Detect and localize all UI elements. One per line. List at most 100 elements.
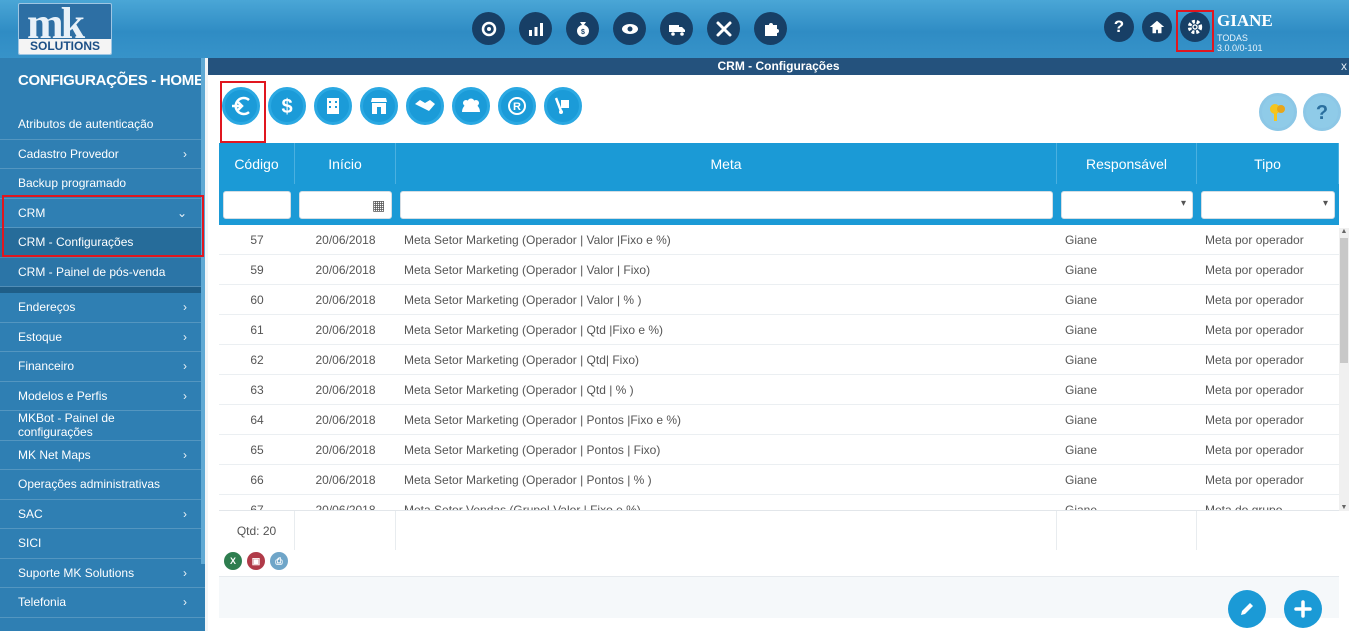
sidebar-item-label: Backup programado [18, 176, 127, 191]
eye-icon[interactable] [613, 12, 646, 45]
cell-tipo: Meta por operador [1205, 232, 1304, 247]
sidebar-item-label: Atributos de autenticação [18, 117, 154, 132]
cell-responsavel: Giane [1065, 352, 1098, 367]
sidebar-item[interactable]: MKBot - Painel de configurações [0, 411, 205, 441]
close-button[interactable]: x [1341, 58, 1347, 75]
filter-meta-input[interactable] [400, 190, 1053, 219]
table-row[interactable]: 63 20/06/2018 Meta Setor Marketing (Operad… [219, 375, 1339, 405]
chevron-right-icon: › [183, 359, 187, 374]
user-version: 3.0.0/0-101 [1217, 43, 1263, 53]
chevron-right-icon: › [183, 329, 187, 344]
sidebar-item-label: Suporte MK Solutions [18, 565, 135, 580]
table-row[interactable]: 61 20/06/2018 Meta Setor Marketing (Operad… [219, 315, 1339, 345]
sidebar-item[interactable]: Financeiro › [0, 352, 205, 382]
column-header-tipo[interactable]: Tipo [1197, 143, 1339, 184]
store-icon[interactable] [360, 87, 398, 125]
table-row[interactable]: 65 20/06/2018 Meta Setor Marketing (Operad… [219, 435, 1339, 465]
scroll-up-arrow[interactable]: ▲ [1339, 228, 1349, 235]
pdf-export-icon[interactable]: ▣ [247, 552, 265, 570]
cell-tipo: Meta por operador [1205, 472, 1304, 487]
filter-inicio-input[interactable]: ▦ [299, 190, 392, 219]
money-bag-icon[interactable]: $ [566, 12, 599, 45]
column-header-responsavel[interactable]: Responsável [1057, 143, 1197, 184]
sidebar-item[interactable]: Atributos de autenticação [0, 110, 205, 140]
dollar-icon[interactable]: $ [268, 87, 306, 125]
user-name: GIANE [1217, 11, 1273, 30]
window-titlebar: CRM - Configurações x [208, 58, 1349, 75]
user-info[interactable]: GIANE TODAS 3.0.0/0-101 [1217, 11, 1273, 53]
tools-icon[interactable] [707, 12, 740, 45]
help-icon[interactable]: ? [1303, 93, 1341, 131]
crosshair-icon[interactable] [472, 12, 505, 45]
sidebar-item[interactable]: Cadastro Provedor › [0, 139, 205, 169]
sidebar-item-label: Telefonia [18, 595, 67, 610]
edit-button[interactable] [1228, 590, 1266, 628]
sidebar-item[interactable]: Operações administrativas [0, 470, 205, 500]
sidebar-item[interactable]: Modelos e Perfis › [0, 381, 205, 411]
table-row[interactable]: 67 20/06/2018 Meta Setor Vendas (Grupo| Va… [219, 495, 1339, 511]
sidebar-item[interactable]: Endereços › [0, 293, 205, 323]
keys-icon[interactable] [1259, 93, 1297, 131]
filter-codigo-input[interactable] [223, 190, 291, 219]
pencil-icon [1241, 603, 1253, 615]
table-row[interactable]: 64 20/06/2018 Meta Setor Marketing (Operad… [219, 405, 1339, 435]
scroll-thumb[interactable] [1340, 238, 1348, 363]
column-header-codigo[interactable]: Código [219, 143, 295, 184]
cell-meta: Meta Setor Marketing (Operador | Qtd | %… [404, 382, 634, 397]
table-row[interactable]: 60 20/06/2018 Meta Setor Marketing (Operad… [219, 285, 1339, 315]
users-icon[interactable] [452, 87, 490, 125]
help-icon[interactable]: ? [1104, 12, 1134, 42]
scroll-down-arrow[interactable]: ▼ [1339, 504, 1349, 511]
cell-responsavel: Giane [1065, 472, 1098, 487]
sidebar-item[interactable]: SICI [0, 529, 205, 559]
sidebar-item[interactable]: MK Net Maps › [0, 440, 205, 470]
chart-icon[interactable] [519, 12, 552, 45]
cell-meta: Meta Setor Marketing (Operador | Pontos … [404, 412, 682, 427]
sidebar-item-label: CRM - Painel de pós-venda [18, 264, 166, 279]
home-icon[interactable] [1142, 12, 1172, 42]
sidebar-item-label: MKBot - Painel de configurações [18, 411, 115, 440]
cell-inicio: 20/06/2018 [315, 232, 376, 247]
add-button[interactable] [1284, 590, 1322, 628]
table-row[interactable]: 66 20/06/2018 Meta Setor Marketing (Operad… [219, 465, 1339, 495]
sidebar-item[interactable]: CRM - Painel de pós-venda [0, 257, 205, 287]
cell-tipo: Meta por operador [1205, 442, 1304, 457]
column-header-meta[interactable]: Meta [396, 143, 1057, 184]
excel-export-icon[interactable]: X [224, 552, 242, 570]
truck-icon[interactable] [660, 12, 693, 45]
table-row[interactable]: 59 20/06/2018 Meta Setor Marketing (Operad… [219, 255, 1339, 285]
filter-tipo-select[interactable] [1201, 190, 1335, 219]
cell-meta: Meta Setor Marketing (Operador | Valor |… [404, 262, 651, 277]
grid-scrollbar[interactable]: ▲ ▼ [1339, 228, 1349, 511]
svg-text:$: $ [281, 96, 292, 118]
filter-responsavel-select[interactable] [1061, 190, 1193, 219]
sidebar-item[interactable]: Telefonia › [0, 588, 205, 618]
cell-meta: Meta Setor Marketing (Operador | Valor |… [404, 292, 642, 307]
svg-text:R: R [513, 101, 521, 113]
puzzle-icon[interactable] [754, 12, 787, 45]
cell-inicio: 20/06/2018 [315, 292, 376, 307]
handshake-icon[interactable] [406, 87, 444, 125]
table-row[interactable]: 62 20/06/2018 Meta Setor Marketing (Operad… [219, 345, 1339, 375]
building-icon[interactable] [314, 87, 352, 125]
gear-highlight-box [1176, 10, 1214, 52]
sidebar-item[interactable]: SAC › [0, 499, 205, 529]
table-row[interactable]: 57 20/06/2018 Meta Setor Marketing (Operad… [219, 225, 1339, 255]
sidebar-item[interactable]: Estoque › [0, 322, 205, 352]
grid-body: 57 20/06/2018 Meta Setor Marketing (Operad… [219, 225, 1339, 510]
toolbar: $ R [222, 87, 582, 125]
hand-truck-icon[interactable] [544, 87, 582, 125]
chevron-right-icon: › [183, 146, 187, 161]
cell-codigo: 64 [250, 412, 264, 427]
calendar-icon[interactable]: ▦ [372, 197, 385, 213]
cell-tipo: Meta por operador [1205, 352, 1304, 367]
mk-solutions-logo[interactable]: mk SOLUTIONS [18, 3, 112, 55]
sidebar-item[interactable]: Suporte MK Solutions › [0, 558, 205, 588]
cell-inicio: 20/06/2018 [315, 472, 376, 487]
cell-codigo: 59 [250, 262, 264, 277]
print-icon[interactable]: ⎙ [270, 552, 288, 570]
sidebar-scrollbar[interactable] [201, 58, 205, 564]
cell-responsavel: Giane [1065, 262, 1098, 277]
column-header-inicio[interactable]: Início [295, 143, 396, 184]
registered-icon[interactable]: R [498, 87, 536, 125]
